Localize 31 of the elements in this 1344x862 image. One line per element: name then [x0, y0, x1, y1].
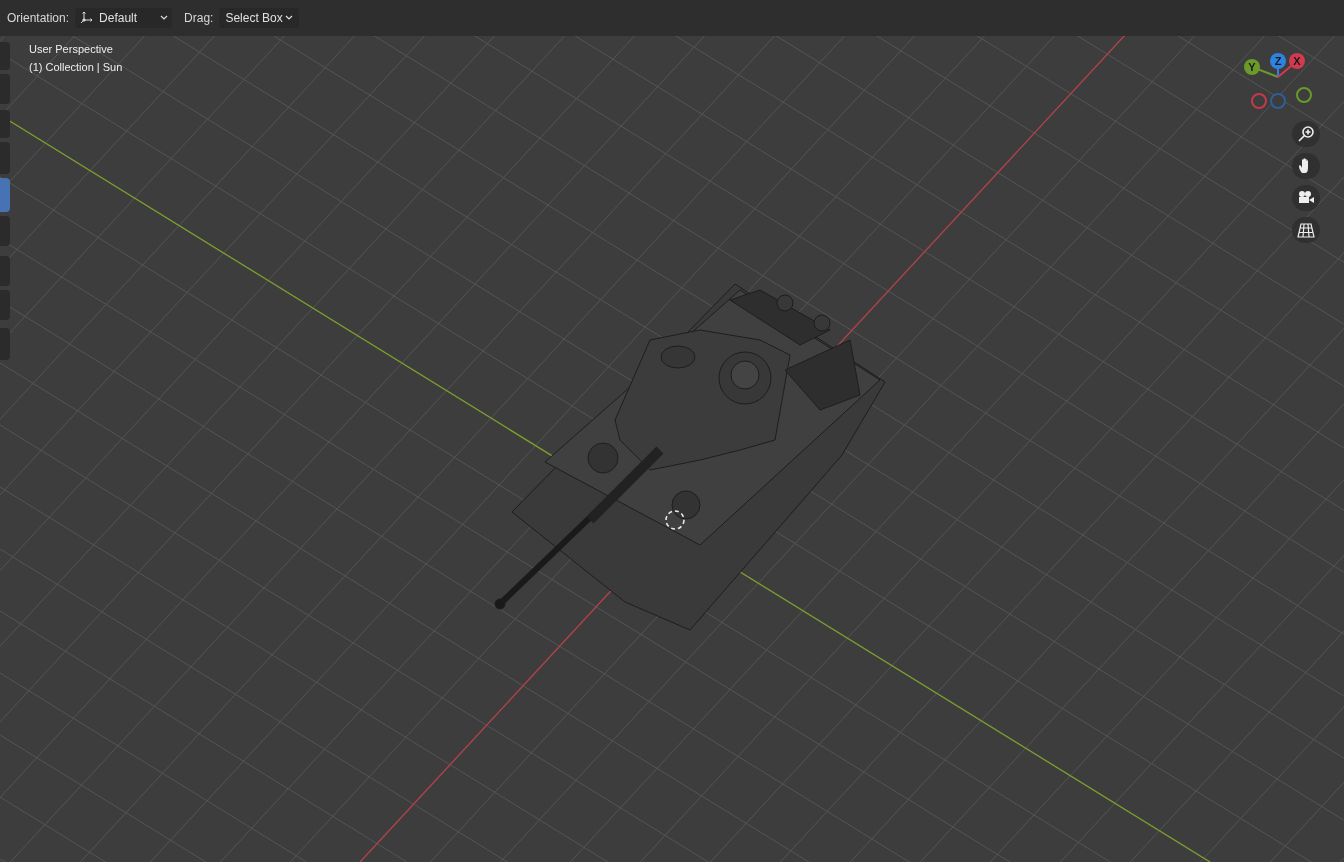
caret-icon [160, 15, 169, 21]
tool-button[interactable] [0, 110, 10, 138]
drag-label: Drag: [184, 10, 214, 27]
drag-dropdown[interactable]: Select Box [219, 8, 299, 28]
3d-cursor-icon [665, 510, 685, 530]
view-name-text: User Perspective [29, 42, 114, 57]
tool-button[interactable] [0, 256, 10, 286]
projection-button[interactable] [1292, 217, 1320, 243]
axis-handle[interactable]: Y [1244, 59, 1260, 75]
tool-button[interactable] [0, 74, 10, 104]
tool-button[interactable] [0, 178, 10, 212]
grid-icon [1297, 222, 1315, 238]
negative-axis-handle[interactable] [1251, 93, 1267, 109]
zoom-button[interactable] [1292, 121, 1320, 147]
pan-button[interactable] [1292, 153, 1320, 179]
movie-camera-icon [1297, 190, 1315, 206]
negative-axis-handle[interactable] [1270, 93, 1286, 109]
orientation-label: Orientation: [7, 10, 70, 27]
camera-button[interactable] [1292, 185, 1320, 211]
caret-icon [284, 15, 293, 21]
transform-axes-icon [79, 11, 94, 25]
orientation-dropdown[interactable]: Default [75, 8, 173, 28]
zoom-icon [1297, 125, 1315, 143]
negative-axis-handle[interactable] [1296, 87, 1312, 103]
tool-button[interactable] [0, 328, 10, 360]
axis-handle[interactable]: X [1289, 53, 1305, 69]
tool-button[interactable] [0, 216, 10, 246]
collection-text: (1) Collection | Sun [29, 60, 123, 75]
tool-button[interactable] [0, 290, 10, 320]
axis-handle[interactable]: Z [1270, 53, 1286, 69]
tool-button[interactable] [0, 42, 10, 70]
